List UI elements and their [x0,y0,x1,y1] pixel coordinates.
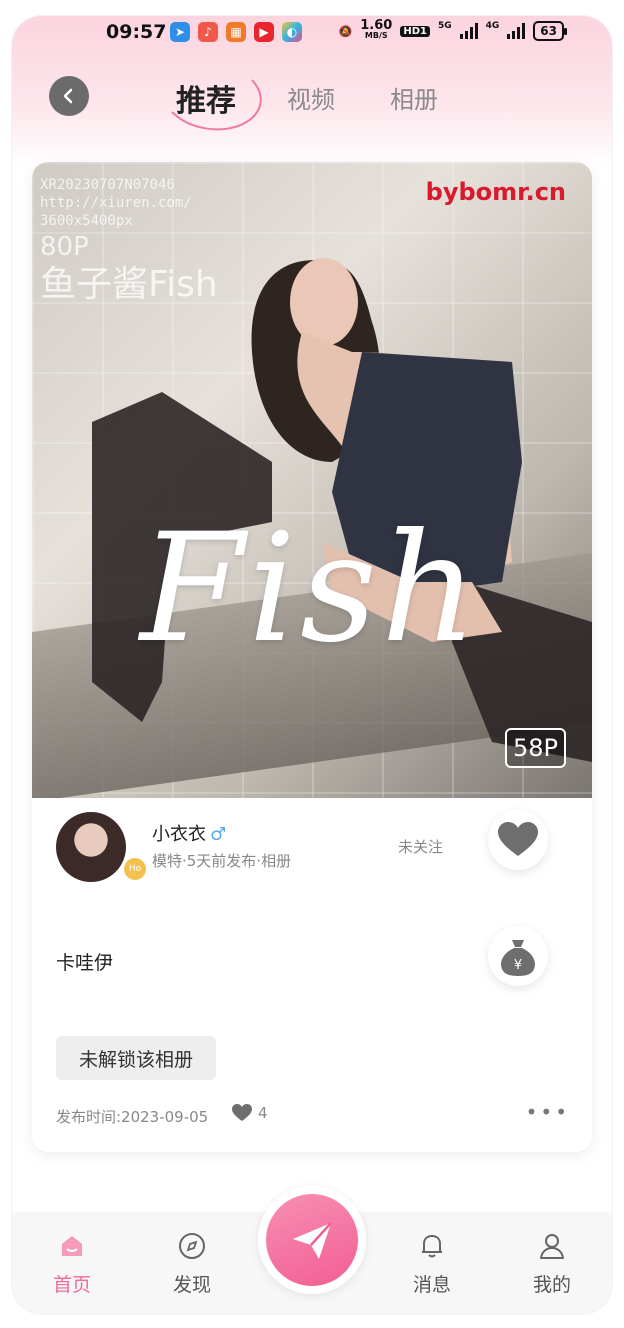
money-bag-icon: ¥ [501,940,535,976]
tabbar-item-discover[interactable]: 发现 [142,1212,242,1314]
tabbar-label-home: 首页 [52,1274,91,1296]
tab-video[interactable]: 视频 [287,80,335,115]
back-button[interactable] [49,76,89,116]
unlock-album-button[interactable]: 未解锁该相册 [56,1036,216,1080]
like-button[interactable] [488,810,548,870]
compass-icon [179,1233,205,1259]
center-publish-button-inner [266,1194,358,1286]
bell-icon [422,1235,442,1258]
grid-app-icon: ▦ [226,22,246,42]
author-subtitle: 模特·5天前发布·相册 [152,852,292,870]
paper-plane-icon [293,1222,332,1259]
video-app-icon: ▶ [254,22,274,42]
tabbar-label-discover: 发现 [172,1274,211,1296]
watermark-code: XR20230707N07046 [40,177,175,193]
network-speed: 1.60 MB/S [360,18,393,41]
tabbar-item-home[interactable]: 首页 [22,1212,122,1314]
user-icon [540,1234,564,1259]
watermark-count: 80P [40,232,89,262]
watermark-name: 鱼子酱Fish [40,264,218,305]
music-app-icon: ♪ [198,22,218,42]
signal-4g-label: 4G [485,21,500,31]
follow-status[interactable]: 未关注 [398,836,443,857]
watermark-url: http://xiuren.com/ [40,195,192,211]
author-name: 小衣衣 [152,824,206,845]
reward-button[interactable]: ¥ [488,926,548,986]
net-speed-value: 1.60 [360,18,393,33]
color-app-icon: ◐ [282,22,302,42]
tab-recommend[interactable]: 推荐 [176,76,236,120]
tab-album[interactable]: 相册 [390,80,438,115]
author-avatar[interactable] [56,812,126,882]
signal-5g-label: 5G [437,21,452,31]
like-count-row: 4 [232,1104,268,1122]
post-card: XR20230707N07046 http://xiuren.com/ 3600… [32,162,592,1152]
mute-icon: 🔕 [338,24,353,38]
watermark-size: 3600x5400px [40,213,133,229]
battery-indicator: 63 [533,21,567,41]
status-time: 09:57 [106,21,167,43]
svg-text:¥: ¥ [514,958,522,973]
system-status-icons: 🔕 1.60 MB/S HD1 5G 4G 63 [338,18,567,41]
photo-count-badge: 58P [504,728,566,768]
level-badge: Ho [122,856,148,882]
more-options-button[interactable]: ••• [526,1100,570,1124]
signal-bars-icon [507,23,526,39]
hd-badge: HD1 [400,25,430,37]
home-icon [62,1236,82,1256]
author-name-row[interactable]: 小衣衣 ♂ [152,820,226,846]
telegram-app-icon: ➤ [170,22,190,42]
tabbar-item-profile[interactable]: 我的 [502,1212,602,1314]
watermark-script: Fish [140,502,482,676]
post-photo[interactable]: XR20230707N07046 http://xiuren.com/ 3600… [32,162,592,798]
tabbar-item-messages[interactable]: 消息 [382,1212,482,1314]
status-bar: 09:57 ➤ ♪ ▦ ▶ ◐ 🔕 1.60 MB/S HD1 5G 4G 63 [12,16,612,56]
tabbar-label-profile: 我的 [532,1274,571,1296]
tabbar-label-messages: 消息 [412,1274,451,1296]
heart-small-icon [232,1104,252,1121]
notification-app-icons: ➤ ♪ ▦ ▶ ◐ [170,22,302,42]
center-publish-button[interactable] [258,1186,366,1294]
like-count: 4 [258,1104,268,1122]
photo-watermark-meta: XR20230707N07046 http://xiuren.com/ 3600… [40,176,218,306]
chevron-left-icon [63,88,73,104]
phone-screen: 09:57 ➤ ♪ ▦ ▶ ◐ 🔕 1.60 MB/S HD1 5G 4G 63… [12,16,612,1314]
publish-time: 发布时间:2023-09-05 [56,1108,209,1126]
post-description: 卡哇伊 [56,952,114,974]
gender-male-icon: ♂ [210,824,227,845]
signal-bars-icon [459,23,478,39]
net-speed-unit: MB/S [364,31,388,40]
watermark-site: bybomr.cn [425,178,566,206]
heart-icon [498,822,538,856]
